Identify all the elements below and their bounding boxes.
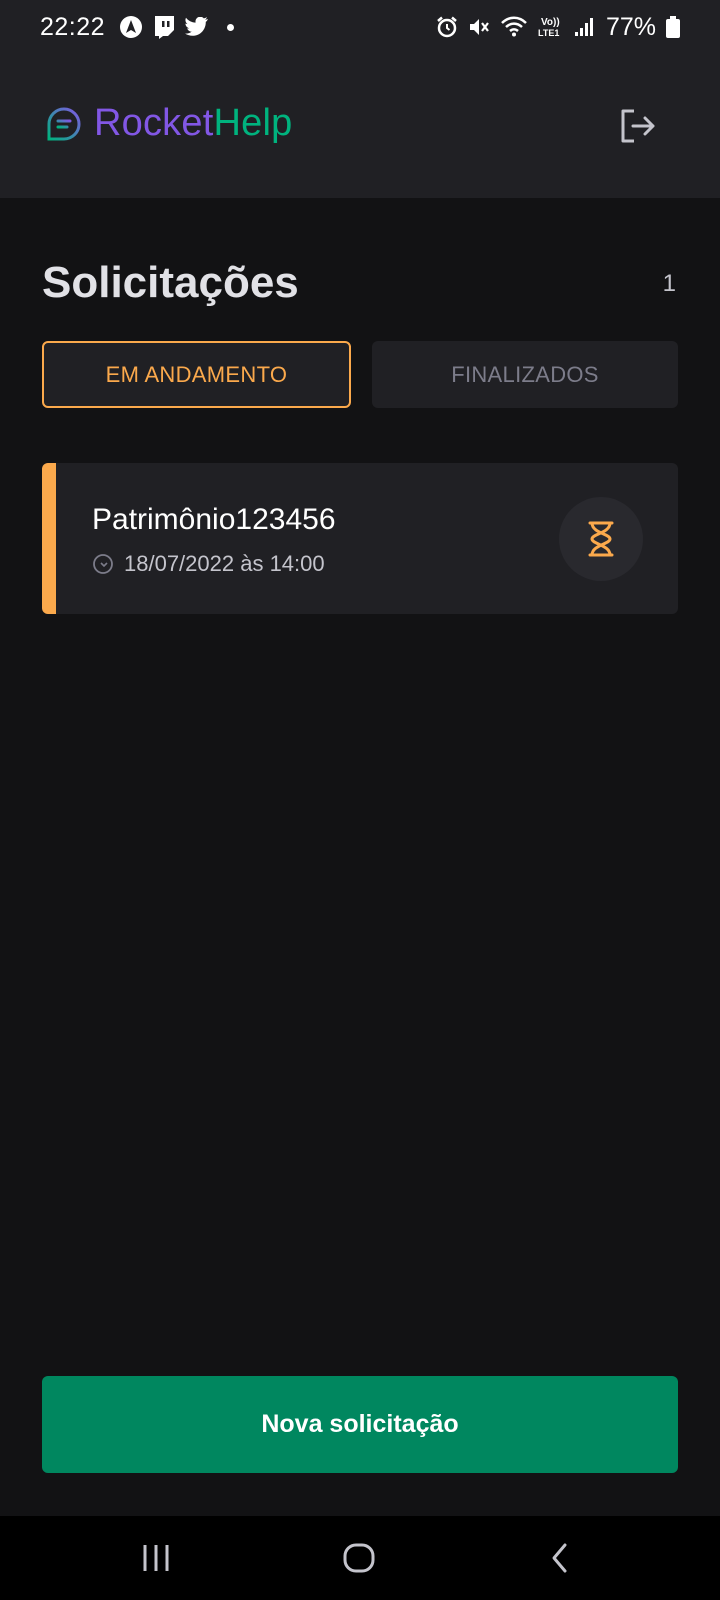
mute-icon [468, 16, 490, 38]
battery-icon [666, 16, 680, 38]
app-header: RocketHelp [0, 54, 720, 198]
navigation-app-icon [119, 15, 143, 39]
status-time: 22:22 [40, 12, 106, 41]
request-patrimony: Patrimônio123456 [92, 503, 336, 536]
notification-dot [227, 23, 235, 31]
signal-icon [574, 17, 594, 37]
app-name: RocketHelp [94, 102, 292, 145]
status-left: 22:22 [40, 12, 235, 42]
request-count: 1 [662, 270, 676, 297]
back-button[interactable] [500, 1516, 620, 1600]
svg-text:LTE1: LTE1 [538, 28, 559, 38]
twitch-icon [153, 15, 175, 39]
twitter-icon [185, 17, 209, 37]
page-title: Solicitações [42, 258, 299, 307]
screen: 22:22 Vo)) LTE1 77% RocketHelp Solicitaç… [0, 0, 720, 1600]
status-right: Vo)) LTE1 77% [436, 13, 680, 42]
alarm-icon [436, 16, 458, 38]
chat-bubble-icon [46, 106, 82, 142]
tab-finished[interactable]: FINALIZADOS [372, 341, 678, 408]
tab-label: FINALIZADOS [451, 361, 599, 387]
tab-label: EM ANDAMENTO [105, 361, 288, 387]
top-bar: 22:22 Vo)) LTE1 77% RocketHelp [0, 0, 720, 198]
app-logo: RocketHelp [46, 102, 292, 145]
home-button[interactable] [299, 1516, 419, 1600]
tab-in-progress[interactable]: EM ANDAMENTO [42, 341, 351, 408]
home-icon [342, 1541, 376, 1575]
status-indicator-bar [42, 463, 56, 614]
svg-text:Vo)): Vo)) [541, 17, 560, 28]
status-badge [559, 497, 643, 581]
hourglass-icon [587, 521, 615, 557]
request-meta: 18/07/2022 às 14:00 [92, 551, 325, 577]
request-datetime: 18/07/2022 às 14:00 [124, 551, 325, 576]
volte-icon: Vo)) LTE1 [538, 15, 564, 39]
back-icon [548, 1541, 572, 1575]
new-request-button[interactable]: Nova solicitação [42, 1376, 678, 1473]
logout-button[interactable] [614, 102, 662, 150]
recent-apps-button[interactable] [96, 1516, 216, 1600]
system-nav-bar [0, 1516, 720, 1600]
recent-apps-icon [141, 1543, 171, 1573]
wifi-icon [500, 16, 528, 38]
new-request-label: Nova solicitação [261, 1410, 459, 1438]
battery-percent: 77% [605, 12, 656, 41]
logout-icon [619, 107, 657, 145]
clock-icon [92, 553, 114, 575]
request-card[interactable]: Patrimônio123456 18/07/2022 às 14:00 [42, 463, 678, 614]
logo-text-help: Help [213, 102, 293, 144]
status-bar: 22:22 Vo)) LTE1 77% [0, 0, 720, 54]
logo-text-rocket: Rocket [94, 102, 214, 144]
